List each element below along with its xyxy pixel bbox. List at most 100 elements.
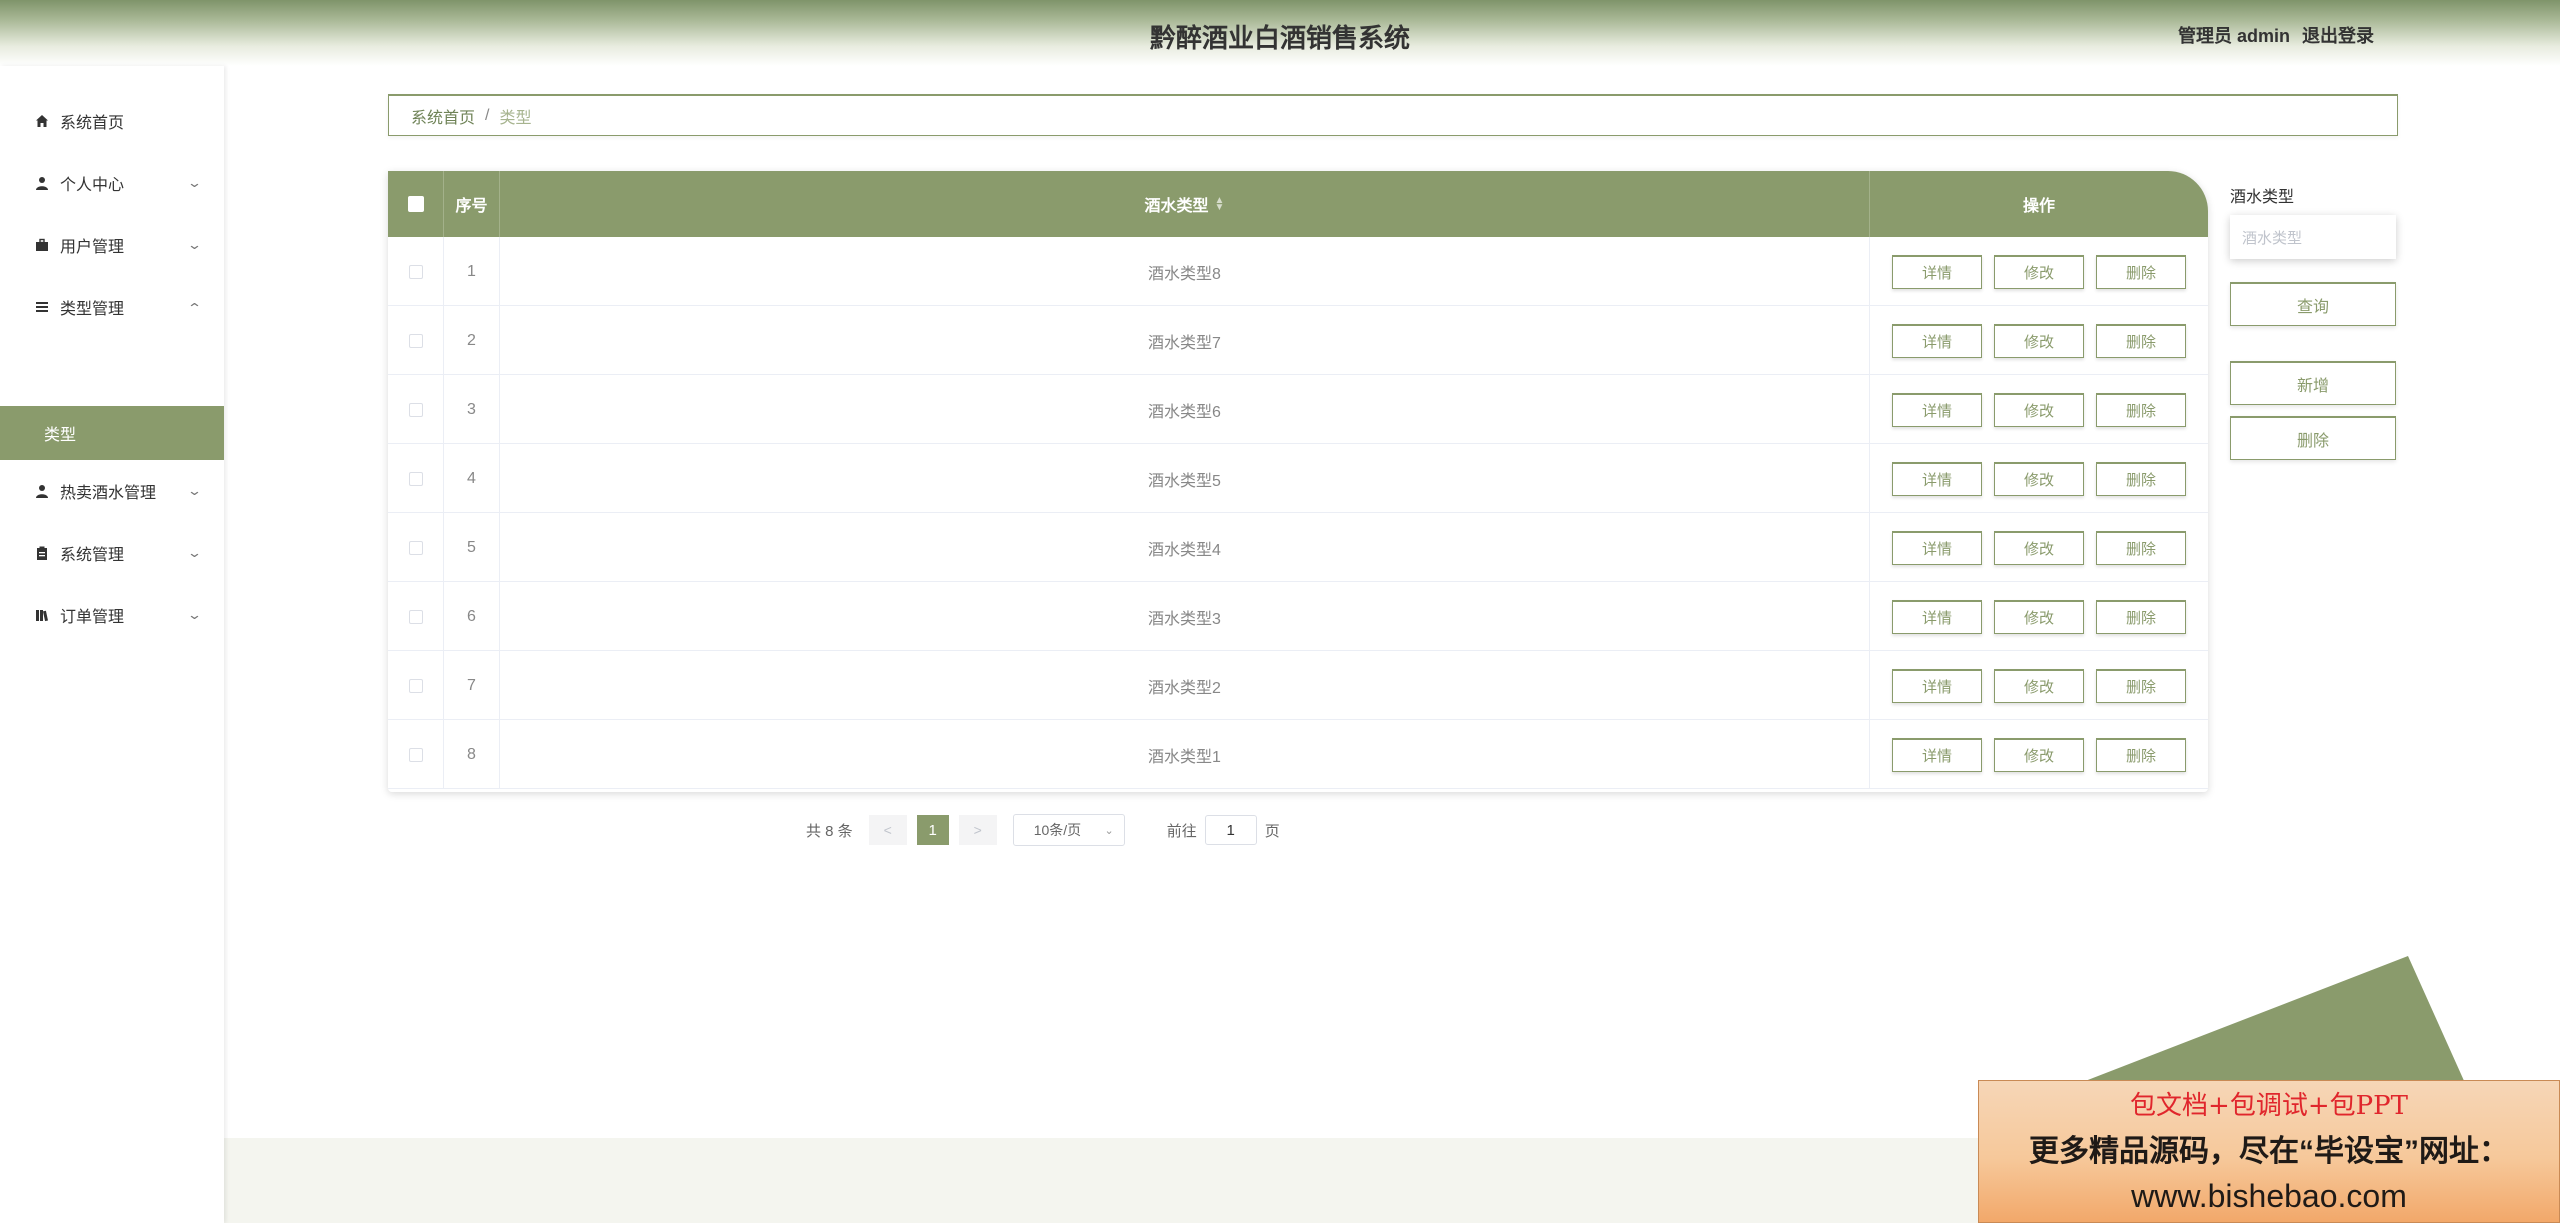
edit-button[interactable]: 修改 <box>1994 530 2084 565</box>
table-row: 7 酒水类型2 详情 修改 删除 <box>388 651 2208 720</box>
user-icon <box>34 483 50 499</box>
detail-button[interactable]: 详情 <box>1892 599 1982 634</box>
page-number-current[interactable]: 1 <box>916 815 949 845</box>
add-button[interactable]: 新增 <box>2230 361 2396 405</box>
row-index: 7 <box>444 651 500 720</box>
clipboard-icon <box>34 545 50 561</box>
sidebar-item-orders[interactable]: 订单管理 ⌄ <box>0 584 224 646</box>
row-actions: 详情 修改 删除 <box>1870 375 2208 444</box>
query-button[interactable]: 查询 <box>2230 282 2396 326</box>
prev-page-button[interactable]: < <box>868 815 907 845</box>
batch-delete-button[interactable]: 删除 <box>2230 416 2396 460</box>
column-header-type-label: 酒水类型 <box>1144 198 1209 215</box>
chevron-down-icon: ⌄ <box>186 237 203 252</box>
edit-button[interactable]: 修改 <box>1994 254 2084 289</box>
sidebar-item-label: 订单管理 <box>60 609 125 626</box>
edit-button[interactable]: 修改 <box>1994 599 2084 634</box>
row-type: 酒水类型8 <box>500 237 1870 306</box>
detail-button[interactable]: 详情 <box>1892 323 1982 358</box>
edit-button[interactable]: 修改 <box>1994 323 2084 358</box>
row-checkbox-cell <box>388 720 444 789</box>
detail-button[interactable]: 详情 <box>1892 530 1982 565</box>
table-row: 8 酒水类型1 详情 修改 删除 <box>388 720 2208 789</box>
sort-icon[interactable]: ▲ ▼ <box>1215 196 1225 213</box>
delete-button[interactable]: 删除 <box>2096 737 2186 772</box>
sidebar-item-label: 用户管理 <box>60 239 125 256</box>
row-index: 4 <box>444 444 500 513</box>
breadcrumb-separator: / <box>485 106 490 124</box>
logout-link[interactable]: 退出登录 <box>2302 22 2374 48</box>
sidebar-item-users[interactable]: 用户管理 ⌄ <box>0 214 224 276</box>
next-page-button[interactable]: > <box>958 815 997 845</box>
top-header: 黔醉酒业白酒销售系统 管理员 admin 退出登录 <box>0 0 2560 66</box>
select-all-checkbox[interactable] <box>407 196 424 212</box>
row-type: 酒水类型4 <box>500 513 1870 582</box>
detail-button[interactable]: 详情 <box>1892 392 1982 427</box>
sidebar-item-label: 系统首页 <box>60 115 125 132</box>
row-checkbox[interactable] <box>408 540 423 555</box>
header-checkbox-cell <box>388 171 444 237</box>
user-icon <box>34 175 50 191</box>
sidebar-item-home[interactable]: 系统首页 <box>0 90 224 152</box>
detail-button[interactable]: 详情 <box>1892 461 1982 496</box>
type-table: 序号 酒水类型 ▲ ▼ 操作 1 酒水类型8 详情 修改 删除 2 酒水类型7 详情 修改 删除 3 酒… <box>388 171 2208 792</box>
search-input[interactable]: 酒水类型 <box>2230 215 2396 259</box>
row-checkbox[interactable] <box>408 264 423 279</box>
delete-button[interactable]: 删除 <box>2096 599 2186 634</box>
ad-line-1: 包文档+包调试+包PPT <box>2130 1091 2408 1121</box>
column-header-type[interactable]: 酒水类型 ▲ ▼ <box>500 171 1870 237</box>
row-checkbox[interactable] <box>408 678 423 693</box>
chevron-down-icon: ⌄ <box>186 545 203 560</box>
row-checkbox[interactable] <box>408 609 423 624</box>
table-row: 3 酒水类型6 详情 修改 删除 <box>388 375 2208 444</box>
edit-button[interactable]: 修改 <box>1994 461 2084 496</box>
library-icon <box>34 607 50 623</box>
row-checkbox[interactable] <box>408 471 423 486</box>
delete-button[interactable]: 删除 <box>2096 530 2186 565</box>
row-actions: 详情 修改 删除 <box>1870 651 2208 720</box>
row-checkbox-cell <box>388 375 444 444</box>
detail-button[interactable]: 详情 <box>1892 737 1982 772</box>
edit-button[interactable]: 修改 <box>1994 392 2084 427</box>
table-row: 5 酒水类型4 详情 修改 删除 <box>388 513 2208 582</box>
delete-button[interactable]: 删除 <box>2096 461 2186 496</box>
row-checkbox[interactable] <box>408 402 423 417</box>
row-checkbox-cell <box>388 651 444 720</box>
row-actions: 详情 修改 删除 <box>1870 513 2208 582</box>
detail-button[interactable]: 详情 <box>1892 254 1982 289</box>
row-index: 6 <box>444 582 500 651</box>
ad-banner: 包文档+包调试+包PPT 更多精品源码，尽在“毕设宝”网址： www.bishe… <box>1978 1080 2560 1223</box>
sidebar-item-hot-drinks[interactable]: 热卖酒水管理 ⌄ <box>0 460 224 522</box>
page-size-select[interactable]: 10条/页 ⌄ <box>1012 814 1125 846</box>
detail-button[interactable]: 详情 <box>1892 668 1982 703</box>
breadcrumb-current: 类型 <box>499 109 532 127</box>
edit-button[interactable]: 修改 <box>1994 737 2084 772</box>
sidebar-item-label: 个人中心 <box>60 177 125 194</box>
row-checkbox[interactable] <box>408 333 423 348</box>
row-checkbox[interactable] <box>408 747 423 762</box>
delete-button[interactable]: 删除 <box>2096 254 2186 289</box>
row-type: 酒水类型5 <box>500 444 1870 513</box>
breadcrumb-home-link[interactable]: 系统首页 <box>411 104 475 128</box>
row-checkbox-cell <box>388 237 444 306</box>
chevron-down-icon: ⌄ <box>186 483 203 498</box>
delete-button[interactable]: 删除 <box>2096 668 2186 703</box>
sidebar-subitem-type[interactable]: 类型 <box>0 406 224 460</box>
sidebar-item-types[interactable]: 类型管理 ⌄ <box>0 276 224 338</box>
row-index: 5 <box>444 513 500 582</box>
row-actions: 详情 修改 删除 <box>1870 720 2208 789</box>
row-checkbox-cell <box>388 513 444 582</box>
sidebar-item-system[interactable]: 系统管理 ⌄ <box>0 522 224 584</box>
row-checkbox-cell <box>388 306 444 375</box>
row-actions: 详情 修改 删除 <box>1870 582 2208 651</box>
edit-button[interactable]: 修改 <box>1994 668 2084 703</box>
row-type: 酒水类型6 <box>500 375 1870 444</box>
delete-button[interactable]: 删除 <box>2096 392 2186 427</box>
chevron-down-icon: ⌄ <box>186 175 203 190</box>
delete-button[interactable]: 删除 <box>2096 323 2186 358</box>
row-actions: 详情 修改 删除 <box>1870 444 2208 513</box>
row-type: 酒水类型2 <box>500 651 1870 720</box>
sidebar-item-profile[interactable]: 个人中心 ⌄ <box>0 152 224 214</box>
row-type: 酒水类型3 <box>500 582 1870 651</box>
goto-page-input[interactable]: 1 <box>1204 815 1257 845</box>
